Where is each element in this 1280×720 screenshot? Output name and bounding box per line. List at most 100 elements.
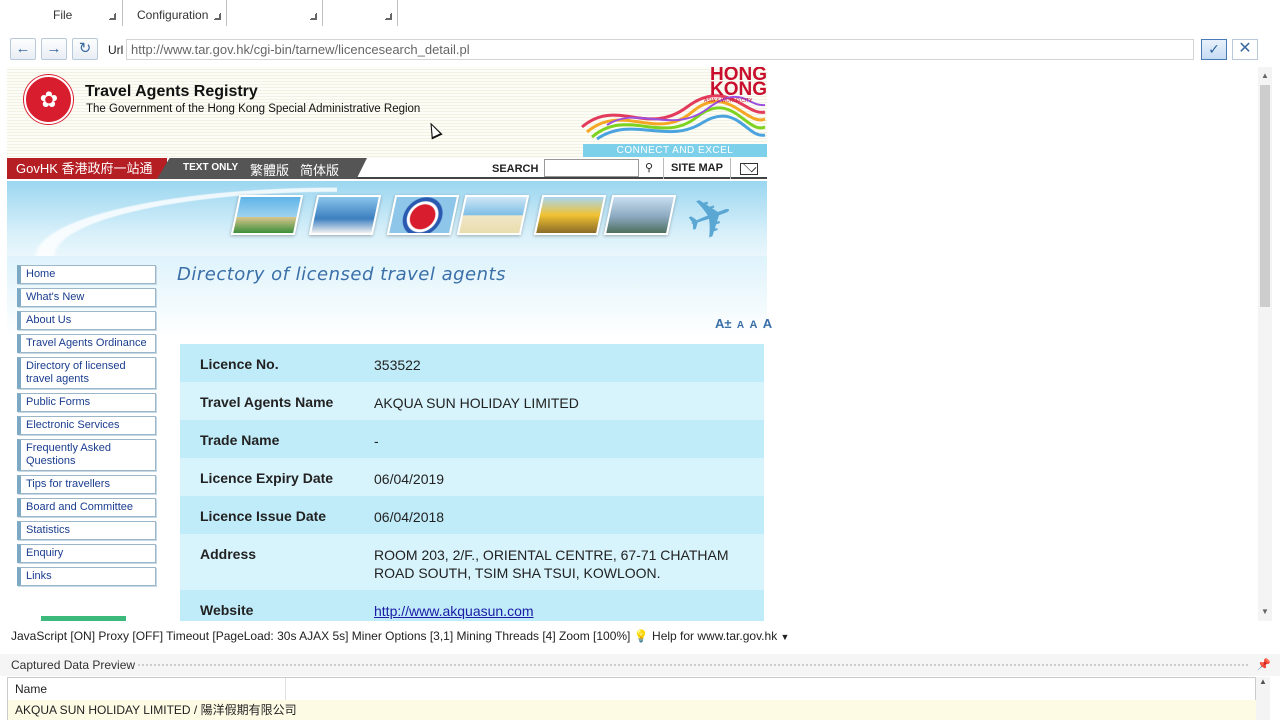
url-input[interactable]: http://www.tar.gov.hk/cgi-bin/tarnew/lic…: [126, 39, 1194, 60]
hksar-emblem-icon[interactable]: ✿: [24, 75, 73, 124]
search-button[interactable]: ⚲: [641, 159, 657, 177]
captured-data-header: Captured Data Preview 📌: [0, 654, 1280, 676]
beach-palm-photo: [230, 195, 304, 235]
field-label: Licence Expiry Date: [200, 470, 334, 486]
scroll-down-icon[interactable]: ▼: [1261, 607, 1269, 616]
nav-item-public-forms[interactable]: Public Forms: [17, 393, 156, 412]
ribbon-tab-4[interactable]: [324, 0, 398, 26]
divider: [322, 0, 323, 26]
ribbon-tab-configuration[interactable]: Configuration: [137, 0, 227, 26]
brand-line: KONG: [710, 79, 767, 100]
nav-item-board[interactable]: Board and Committee: [17, 498, 156, 517]
back-button[interactable]: ←: [10, 38, 36, 60]
divider: [397, 0, 398, 26]
nav-item-faq[interactable]: Frequently Asked Questions: [17, 439, 156, 471]
field-value: ROOM 203, 2/F., ORIENTAL CENTRE, 67-71 C…: [374, 547, 729, 581]
bauhinia-icon: ✿: [39, 87, 59, 112]
field-label: Licence Issue Date: [200, 508, 327, 524]
table-row[interactable]: AKQUA SUN HOLIDAY LIMITED / 陽洋假期有限公司: [8, 700, 1257, 720]
captured-data-grid: Name AKQUA SUN HOLIDAY LIMITED / 陽洋假期有限公…: [7, 677, 1257, 720]
font-size-controls: A± A A A: [713, 316, 772, 331]
site-title: Travel Agents Registry: [85, 83, 258, 100]
font-size-medium-button[interactable]: A: [749, 319, 757, 331]
scrollbar-thumb[interactable]: [1260, 85, 1270, 307]
field-value: 06/04/2018: [374, 509, 445, 525]
field-label: Licence No.: [200, 356, 279, 372]
chevron-down-icon[interactable]: ▼: [781, 632, 790, 642]
text-only-link[interactable]: TEXT ONLY: [183, 162, 238, 173]
field-label: Website: [200, 602, 254, 618]
divider: [138, 664, 1248, 666]
refresh-icon: ↻: [78, 40, 92, 57]
mail-icon[interactable]: [740, 163, 758, 175]
nav-item-enquiry[interactable]: Enquiry: [17, 544, 156, 563]
table-row: Trade Name -: [180, 420, 764, 458]
table-row: Licence Expiry Date 06/04/2019: [180, 458, 764, 496]
nav-item-home[interactable]: Home: [17, 265, 156, 284]
refresh-button[interactable]: ↻: [72, 38, 98, 60]
field-value: http://www.akquasun.com: [374, 602, 744, 620]
table-row: Licence Issue Date 06/04/2018: [180, 496, 764, 534]
shoreline-photo: [456, 195, 530, 235]
divider: [226, 0, 227, 26]
nav-item-whats-new[interactable]: What's New: [17, 288, 156, 307]
column-header-name[interactable]: Name: [8, 678, 286, 700]
dialog-launcher-icon[interactable]: [214, 13, 221, 20]
nav-item-statistics[interactable]: Statistics: [17, 521, 156, 540]
scroll-up-icon[interactable]: ▲: [1261, 71, 1269, 80]
hong-kong-brand-logo[interactable]: HONG KONG: [703, 67, 767, 100]
arrow-left-icon: ←: [15, 40, 31, 57]
site-subtitle: The Government of the Hong Kong Special …: [86, 103, 421, 115]
nav-item-ordinance[interactable]: Travel Agents Ordinance: [17, 334, 156, 353]
status-text: JavaScript [ON] Proxy [OFF] Timeout [Pag…: [11, 629, 631, 643]
ribbon-tab-file[interactable]: File: [53, 0, 123, 26]
go-button[interactable]: ✓: [1201, 39, 1227, 60]
table-row: Address ROOM 203, 2/F., ORIENTAL CENTRE,…: [180, 534, 764, 590]
font-size-large-button[interactable]: A: [763, 316, 772, 331]
help-link[interactable]: Help for www.tar.gov.hk: [652, 629, 777, 643]
status-bar: JavaScript [ON] Proxy [OFF] Timeout [Pag…: [0, 624, 1280, 648]
dialog-launcher-icon[interactable]: [385, 13, 392, 20]
traditional-chinese-link[interactable]: 繁體版: [250, 160, 289, 179]
simplified-chinese-link[interactable]: 简体版: [300, 160, 339, 179]
govhk-bar: GovHK 香港政府一站通 TEXT ONLY 繁體版 简体版 SEARCH ⚲…: [7, 158, 767, 179]
govhk-link[interactable]: GovHK 香港政府一站通: [7, 158, 167, 179]
nav-item-directory[interactable]: Directory of licensed travel agents: [17, 357, 156, 389]
parasol-photo: [386, 195, 460, 235]
dialog-launcher-icon[interactable]: [109, 13, 116, 20]
site-header: ✿ Travel Agents Registry The Government …: [7, 67, 767, 159]
pin-icon[interactable]: 📌: [1257, 654, 1271, 676]
field-label: Address: [200, 546, 257, 562]
table-row: Licence No. 353522: [180, 344, 764, 382]
nav-item-electronic-services[interactable]: Electronic Services: [17, 416, 156, 435]
connect-banner: CONNECT AND EXCEL: [583, 144, 767, 157]
search-label: SEARCH: [492, 163, 539, 175]
font-size-small-button[interactable]: A: [737, 320, 744, 331]
big-buddha-photo: [603, 195, 677, 235]
close-icon: ✕: [1238, 40, 1252, 57]
ribbon-tab-3[interactable]: [228, 0, 323, 26]
forward-button[interactable]: →: [41, 38, 67, 60]
vertical-scrollbar[interactable]: ▲ ▼: [1258, 67, 1272, 621]
close-button[interactable]: ✕: [1232, 39, 1258, 60]
grid-scrollbar[interactable]: ▲: [1256, 677, 1270, 720]
dialog-launcher-icon[interactable]: [310, 13, 317, 20]
ribbon-tab-label: Configuration: [137, 8, 209, 22]
nav-item-tips[interactable]: Tips for travellers: [17, 475, 156, 494]
field-value: 06/04/2019: [374, 471, 445, 487]
website-link[interactable]: http://www.akquasun.com: [374, 603, 534, 619]
scroll-up-icon[interactable]: ▲: [1259, 677, 1267, 686]
field-value: AKQUA SUN HOLIDAY LIMITED: [374, 395, 579, 411]
font-size-adjust-button[interactable]: A±: [715, 316, 732, 331]
search-input[interactable]: [544, 159, 639, 177]
search-icon: ⚲: [644, 162, 654, 174]
nav-item-links[interactable]: Links: [17, 567, 156, 586]
nav-item-about-us[interactable]: About Us: [17, 311, 156, 330]
captured-data-title: Captured Data Preview: [11, 658, 136, 672]
field-value: 353522: [374, 357, 421, 373]
address-bar: ← → ↻ Url http://www.tar.gov.hk/cgi-bin/…: [0, 35, 1280, 65]
field-label: Trade Name: [200, 432, 280, 448]
golden-statue-photo: [533, 195, 607, 235]
sitemap-link[interactable]: SITE MAP: [663, 158, 731, 179]
field-value: -: [374, 433, 379, 449]
